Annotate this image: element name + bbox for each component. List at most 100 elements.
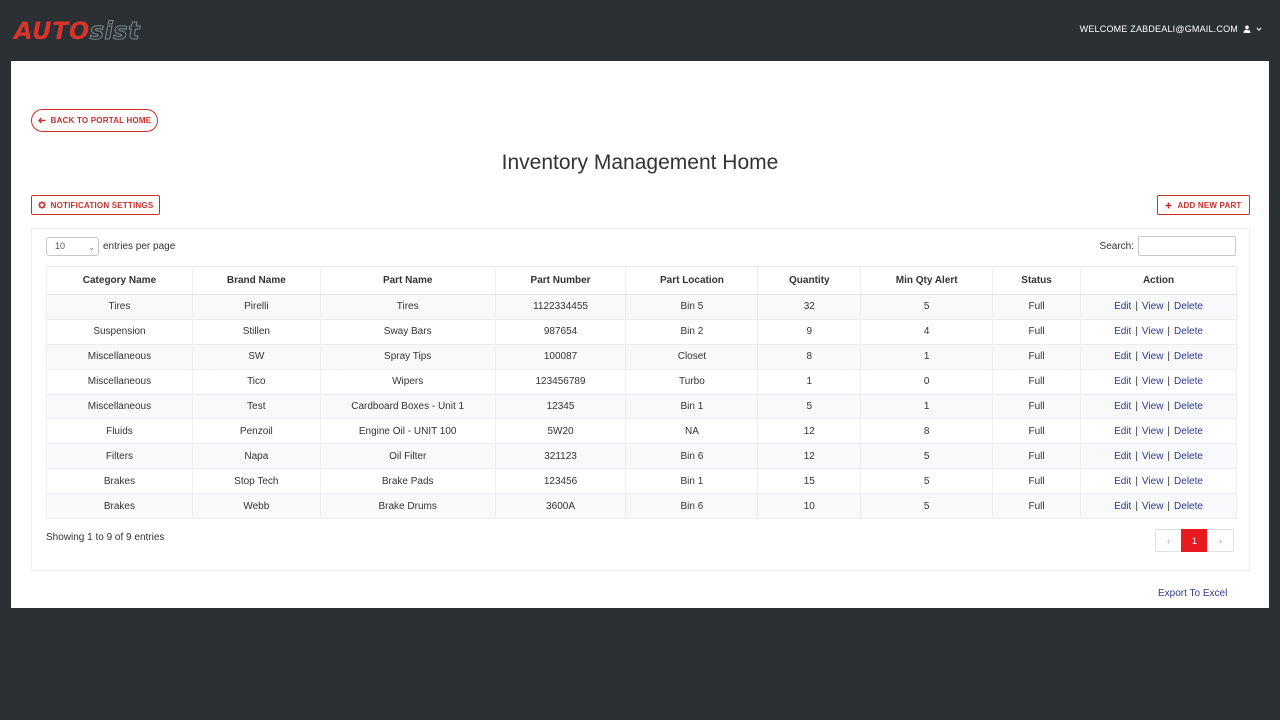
edit-link[interactable]: Edit [1114, 401, 1131, 412]
entries-per-page-value: 10 [55, 241, 66, 251]
action-separator: | [1135, 351, 1138, 363]
edit-link[interactable]: Edit [1114, 376, 1131, 387]
entries-length-control: 10 ⌄ entries per page [46, 237, 175, 256]
cell-category: Suspension [46, 319, 193, 345]
view-link[interactable]: View [1142, 326, 1164, 337]
page-title: Inventory Management Home [501, 151, 779, 174]
column-header-status[interactable]: Status [992, 266, 1082, 295]
view-link[interactable]: View [1142, 401, 1164, 412]
delete-link[interactable]: Delete [1174, 476, 1203, 487]
cell-part-name: Cardboard Boxes - Unit 1 [319, 394, 496, 420]
column-header-min-qty-alert[interactable]: Min Qty Alert [860, 266, 994, 295]
cell-brand: Test [191, 394, 321, 420]
cell-part-number: 12345 [494, 394, 627, 420]
cell-status: Full [992, 443, 1082, 470]
notification-button-label: NOTIFICATION SETTINGS [50, 200, 154, 210]
view-link[interactable]: View [1142, 451, 1164, 462]
pagination-page-1[interactable]: 1 [1181, 529, 1208, 552]
cell-category: Brakes [46, 468, 193, 495]
cell-part-name: Oil Filter [319, 443, 496, 470]
delete-link[interactable]: Delete [1174, 426, 1203, 437]
edit-link[interactable]: Edit [1114, 351, 1131, 362]
gear-icon [37, 201, 46, 209]
search-label: Search: [1099, 240, 1134, 252]
table-body: Tires Pirelli Tires 1122334455 Bin 5 32 5 Full E… [46, 294, 1237, 520]
view-link[interactable]: View [1142, 301, 1164, 312]
table-row: Miscellaneous SW Spray Tips 100087 Closet 8 1 F… [46, 344, 1237, 370]
cell-brand: Penzoil [191, 418, 321, 445]
column-header-category[interactable]: Category Name [46, 266, 193, 295]
cell-action: Edit | View | Delete [1080, 418, 1237, 445]
cell-action: Edit | View | Delete [1080, 468, 1237, 495]
view-link[interactable]: View [1142, 501, 1164, 512]
add-new-part-button[interactable]: ADD NEW PART [1157, 195, 1250, 215]
delete-link[interactable]: Delete [1174, 376, 1203, 387]
edit-link[interactable]: Edit [1114, 326, 1131, 337]
action-separator: | [1167, 301, 1171, 313]
user-icon [1243, 25, 1251, 33]
cell-part-location: Bin 1 [625, 394, 759, 420]
cell-min-qty-alert: 5 [860, 493, 994, 520]
cell-part-location: NA [625, 418, 759, 445]
edit-link[interactable]: Edit [1114, 476, 1131, 487]
view-link[interactable]: View [1142, 426, 1164, 437]
cell-brand: SW [191, 344, 321, 370]
cell-quantity: 12 [757, 443, 862, 470]
cell-min-qty-alert: 5 [860, 443, 994, 470]
notification-settings-button[interactable]: NOTIFICATION SETTINGS [31, 195, 160, 215]
pagination-prev-button[interactable]: ‹ [1155, 529, 1182, 552]
entries-per-page-label: entries per page [103, 241, 176, 252]
cell-part-name: Sway Bars [319, 319, 496, 345]
export-to-excel-link[interactable]: Export To Excel [1158, 588, 1227, 599]
column-header-part-location[interactable]: Part Location [625, 266, 759, 295]
edit-link[interactable]: Edit [1114, 501, 1131, 512]
delete-link[interactable]: Delete [1174, 351, 1203, 362]
cell-part-number: 987654 [494, 319, 627, 345]
cell-part-location: Bin 6 [625, 493, 759, 520]
pagination-next-button[interactable]: › [1207, 529, 1234, 552]
cell-status: Full [992, 468, 1082, 495]
cell-brand: Stop Tech [191, 468, 321, 495]
action-separator: | [1167, 450, 1171, 462]
cell-quantity: 15 [757, 468, 862, 495]
column-header-action[interactable]: Action [1080, 266, 1237, 295]
delete-link[interactable]: Delete [1174, 326, 1203, 337]
autosist-logo[interactable]: AUTOsist [14, 16, 140, 46]
table-header-row: Category Name Brand Name Part Name Part Num… [46, 266, 1237, 295]
view-link[interactable]: View [1142, 376, 1164, 387]
column-header-quantity[interactable]: Quantity [757, 266, 862, 295]
table-row: Suspension Stillen Sway Bars 987654 Bin 294F… [46, 319, 1237, 345]
edit-link[interactable]: Edit [1114, 426, 1131, 437]
edit-link[interactable]: Edit [1114, 451, 1131, 462]
table-row: Miscellaneous Test Cardboard Boxes - Unit … [46, 394, 1237, 420]
user-menu[interactable]: WELCOME ZABDEALI@GMAIL.COM [1080, 24, 1262, 34]
column-header-part-number[interactable]: Part Number [494, 266, 627, 295]
action-separator: | [1167, 401, 1171, 412]
delete-link[interactable]: Delete [1174, 301, 1203, 312]
delete-link[interactable]: Delete [1174, 451, 1203, 462]
entries-per-page-select[interactable]: 10 ⌄ [46, 237, 99, 256]
cell-category: Miscellaneous [46, 344, 193, 370]
column-header-brand[interactable]: Brand Name [191, 266, 321, 295]
column-header-part-name[interactable]: Part Name [319, 266, 496, 295]
delete-link[interactable]: Delete [1174, 401, 1203, 412]
search-input[interactable] [1138, 236, 1236, 256]
delete-link[interactable]: Delete [1174, 501, 1203, 512]
cell-part-number: 321123 [494, 443, 627, 470]
view-link[interactable]: View [1142, 476, 1164, 487]
main-panel: BACK TO PORTAL HOME Inventory Management… [11, 61, 1269, 608]
action-separator: | [1167, 500, 1171, 512]
view-link[interactable]: View [1142, 351, 1164, 362]
back-to-portal-button[interactable]: BACK TO PORTAL HOME [31, 109, 158, 132]
cell-action: Edit | View | Delete [1080, 394, 1237, 420]
cell-category: Filters [46, 443, 193, 470]
cell-min-qty-alert: 5 [860, 468, 994, 495]
cell-min-qty-alert: 0 [860, 369, 994, 395]
cell-min-qty-alert: 5 [860, 294, 994, 320]
cell-part-number: 1122334455 [494, 294, 627, 320]
cell-part-location: Bin 6 [625, 443, 759, 470]
edit-link[interactable]: Edit [1114, 301, 1131, 312]
cell-action: Edit | View | Delete [1080, 443, 1237, 470]
inventory-table: Category Name Brand Name Part Name Part Num… [46, 266, 1237, 520]
pagination: ‹ 1 › [1155, 529, 1234, 552]
